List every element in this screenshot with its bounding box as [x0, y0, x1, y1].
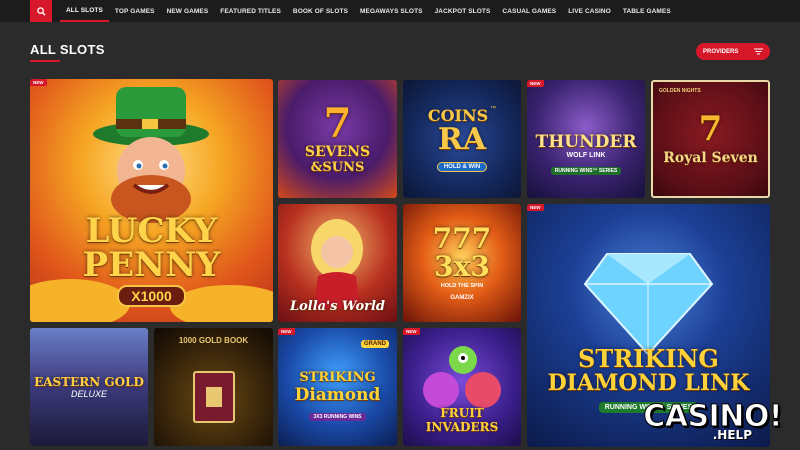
- page-title: ALL SLOTS: [30, 42, 105, 57]
- tab-megaways-slots[interactable]: MEGAWAYS SLOTS: [354, 0, 429, 22]
- game-tile-royal-seven[interactable]: GOLDEN NIGHTS 7 Royal Seven: [651, 80, 770, 198]
- providers-button[interactable]: PROVIDERS: [696, 43, 770, 60]
- game-tile-lollas-world[interactable]: Lolla's World: [278, 204, 397, 322]
- providers-label: PROVIDERS: [703, 48, 739, 55]
- tab-jackpot-slots[interactable]: JACKPOT SLOTS: [429, 0, 497, 22]
- game-title-line2: SEVENS: [304, 143, 371, 160]
- tab-top-games[interactable]: TOP GAMES: [109, 0, 161, 22]
- tab-new-games[interactable]: NEW GAMES: [161, 0, 215, 22]
- tab-book-of-slots[interactable]: BOOK OF SLOTS: [287, 0, 354, 22]
- game-subtitle: HOLD & WIN: [436, 161, 488, 172]
- game-title-line3: &SUNS: [310, 159, 365, 175]
- game-tile-gold-book[interactable]: 1000 GOLD BOOK: [154, 328, 273, 446]
- game-tile-thunder-wolf-link[interactable]: NEW THUNDER WOLF LINK RUNNING WINS™ SERI…: [527, 80, 645, 198]
- game-title-line1: EASTERN GOLD: [34, 375, 144, 389]
- game-title-line1: FRUIT INVADERS: [425, 406, 499, 434]
- game-title-line2: 3x3: [434, 250, 490, 283]
- new-badge: NEW: [30, 79, 47, 86]
- tab-table-games[interactable]: TABLE GAMES: [617, 0, 677, 22]
- game-title-line1: LUCKY: [85, 211, 218, 251]
- game-title-line1: 7: [323, 99, 352, 147]
- grand-jackpot-label: GRAND: [361, 340, 389, 348]
- book-illustration: [192, 371, 235, 423]
- game-tile-striking-diamond[interactable]: NEW GRAND STRIKING Diamond 3X3 RUNNING W…: [278, 328, 397, 446]
- search-icon: [36, 6, 46, 16]
- trademark-mark: ™: [490, 105, 497, 112]
- game-title-line2: DELUXE: [70, 389, 107, 399]
- game-provider: GAMZIX: [450, 295, 474, 301]
- game-title-line2: WOLF LINK: [566, 151, 606, 159]
- tab-featured-titles[interactable]: FEATURED TITLES: [214, 0, 287, 22]
- game-subtitle: 3X3 RUNNING WINS: [309, 412, 366, 421]
- game-subtitle: HOLD THE SPIN: [440, 283, 484, 289]
- game-brand: GOLDEN NIGHTS: [659, 88, 701, 94]
- search-button[interactable]: [30, 0, 52, 22]
- game-title-line2: DIAMOND LINK: [547, 370, 750, 397]
- new-badge: NEW: [527, 204, 544, 211]
- game-multiplier: X1000: [117, 285, 186, 307]
- category-tabs: ALL SLOTS TOP GAMES NEW GAMES FEATURED T…: [60, 0, 677, 22]
- title-underline: [30, 60, 60, 62]
- watermark-logo: CASINO! .HELP: [643, 399, 783, 443]
- tab-casual-games[interactable]: CASUAL GAMES: [496, 0, 562, 22]
- game-title-line2: PENNY: [82, 245, 221, 285]
- game-tile-sevens-suns[interactable]: 7 SEVENS &SUNS: [278, 80, 397, 198]
- tab-all-slots[interactable]: ALL SLOTS: [60, 0, 109, 22]
- game-title-line1: THUNDER: [535, 131, 637, 152]
- game-title-line1: 777: [432, 222, 492, 255]
- new-badge: NEW: [278, 328, 295, 335]
- game-title-line2: RA: [437, 121, 487, 157]
- new-badge: NEW: [403, 328, 420, 335]
- game-tile-777-3x3[interactable]: 777 3x3 HOLD THE SPIN GAMZIX: [403, 204, 521, 322]
- game-title-line1: STRIKING: [299, 369, 376, 385]
- filter-icon: [754, 48, 763, 55]
- tab-live-casino[interactable]: LIVE CASINO: [562, 0, 617, 22]
- game-tile-lucky-penny[interactable]: NEW LUCKY PENNY X1000: [30, 79, 273, 322]
- game-title-line2: Diamond: [294, 384, 381, 405]
- game-title-line1: 1000 GOLD BOOK: [178, 336, 249, 345]
- game-title-line2: 7: [698, 109, 723, 149]
- game-title-line1: STRIKING: [578, 344, 719, 374]
- game-title-line3: Royal Seven: [663, 150, 758, 166]
- game-tile-fruit-invaders[interactable]: NEW FRUIT INVADERS: [403, 328, 521, 446]
- game-tile-coins-of-ra[interactable]: COINS ™ RA HOLD & WIN: [403, 80, 521, 198]
- game-tile-eastern-gold-deluxe[interactable]: EASTERN GOLD DELUXE: [30, 328, 148, 446]
- top-navigation: ALL SLOTS TOP GAMES NEW GAMES FEATURED T…: [0, 0, 800, 22]
- game-title-line1: Lolla's World: [289, 299, 386, 314]
- game-series-label: RUNNING WINS™ SERIES: [550, 166, 622, 175]
- new-badge: NEW: [527, 80, 544, 87]
